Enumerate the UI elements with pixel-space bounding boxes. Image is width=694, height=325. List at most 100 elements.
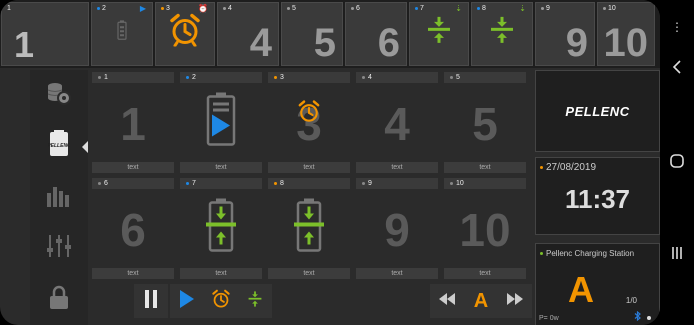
date-text: 27/08/2019 <box>546 162 597 173</box>
time-text: 11:37 <box>564 184 631 214</box>
bluetooth-icon <box>634 310 641 323</box>
sidebar-item-lock[interactable] <box>30 274 88 325</box>
rewind-button[interactable] <box>430 284 464 318</box>
coins-settings-icon <box>46 80 72 111</box>
cell-big-number: 6 <box>120 204 146 256</box>
status-dot <box>362 75 365 79</box>
cell-big-number: 5 <box>472 98 498 150</box>
cell-label: text <box>180 268 262 279</box>
status-dot <box>541 6 544 10</box>
grid-cell-3[interactable]: 3 3 text <box>268 72 350 174</box>
top-slot-3[interactable]: 3 ⏰ <box>155 2 215 66</box>
battery-icon <box>117 20 127 45</box>
back-icon[interactable] <box>660 60 694 79</box>
rewind-icon <box>439 292 455 310</box>
sidebar-item-coins[interactable] <box>30 70 88 121</box>
cell-number: 3 <box>280 74 284 81</box>
top-slot-1[interactable]: 1 1 <box>1 2 89 66</box>
charge-mini-icon: ⇣ <box>519 4 526 13</box>
grid-cell-2[interactable]: 2 text <box>180 72 262 174</box>
cell-big-number: 10 <box>459 204 511 256</box>
grid-cell-10[interactable]: 10 10 text <box>444 178 526 280</box>
cell-number: 10 <box>456 180 464 187</box>
cell-label: text <box>268 162 350 173</box>
cell-label: text <box>268 268 350 279</box>
slot-big-number: 10 <box>603 21 649 65</box>
top-slot-10[interactable]: 10 10 <box>597 2 655 66</box>
alarm-clock-icon <box>168 13 202 52</box>
system-nav-bar: ⋮ <box>660 0 694 325</box>
sidebar-item-stats[interactable] <box>30 172 88 223</box>
cell-number: 1 <box>104 74 108 81</box>
charge-mini-icon: ⇣ <box>455 4 462 13</box>
top-slot-7[interactable]: 7 ⇣ <box>409 2 469 66</box>
slot-number: 9 <box>546 5 550 12</box>
status-dot <box>98 181 101 185</box>
cell-label: text <box>92 268 174 279</box>
top-slot-5[interactable]: 5 5 <box>281 2 343 66</box>
slot-big-number: 9 <box>565 21 588 65</box>
cell-big-number: 4 <box>384 98 410 150</box>
more-options-icon[interactable]: ⋮ <box>660 20 694 34</box>
status-dot <box>186 181 189 185</box>
svg-text:PELLENC: PELLENC <box>48 143 70 149</box>
grid-cell-4[interactable]: 4 4 text <box>356 72 438 174</box>
status-dot <box>477 6 480 10</box>
current-letter: A <box>473 289 489 312</box>
alarm-clock-icon <box>297 100 321 129</box>
top-slot-9[interactable]: 9 9 <box>535 2 595 66</box>
sidebar-item-settings[interactable] <box>30 223 88 274</box>
pause-button[interactable] <box>134 284 168 318</box>
app-screen: 1 1 2 ▶ 3 ⏰ 4 4 5 5 6 6 7 ⇣ 8 ⇣ 9 9 10 1… <box>0 0 660 325</box>
status-dot <box>161 6 164 10</box>
lock-icon <box>49 285 69 314</box>
slot-big-number: 6 <box>377 21 400 65</box>
play-button[interactable] <box>170 284 204 318</box>
slot-big-number: 4 <box>249 21 272 65</box>
cell-label: text <box>356 268 438 279</box>
grid-cell-9[interactable]: 9 9 text <box>356 178 438 280</box>
charge-button[interactable] <box>238 284 272 318</box>
alarm-button[interactable] <box>204 284 238 318</box>
sliders-icon <box>46 234 72 263</box>
fast-forward-button[interactable] <box>498 284 532 318</box>
top-slot-bar: 1 1 2 ▶ 3 ⏰ 4 4 5 5 6 6 7 ⇣ 8 ⇣ 9 9 10 1… <box>0 0 660 68</box>
playback-controls: A <box>92 284 532 322</box>
status-dot <box>186 75 189 79</box>
battery-charging-icon <box>206 198 236 258</box>
cell-label: text <box>356 162 438 173</box>
slot-number: 5 <box>292 5 296 12</box>
cell-number: 9 <box>368 180 372 187</box>
station-ratio: 1/0 <box>625 296 637 305</box>
grid-cell-8[interactable]: 8 text <box>268 178 350 280</box>
cell-big-number: 9 <box>384 204 410 256</box>
grid-cell-5[interactable]: 5 5 text <box>444 72 526 174</box>
brand-logo: PELLENC <box>535 70 660 152</box>
cell-label: text <box>92 162 174 173</box>
battery-play-icon <box>206 92 236 152</box>
top-slot-2[interactable]: 2 ▶ <box>91 2 153 66</box>
station-letter: A <box>568 269 594 310</box>
station-panel[interactable]: Pellenc Charging Station A 1/0 P= 0w <box>535 243 660 325</box>
grid-cell-7[interactable]: 7 text <box>180 178 262 280</box>
top-slot-6[interactable]: 6 6 <box>345 2 407 66</box>
top-slot-4[interactable]: 4 4 <box>217 2 279 66</box>
current-letter-button[interactable]: A <box>464 284 498 318</box>
status-dot <box>287 6 290 10</box>
status-dot <box>274 181 277 185</box>
sidebar-item-battery[interactable]: PELLENC <box>30 121 88 172</box>
play-icon <box>179 289 195 313</box>
recent-apps-icon[interactable] <box>660 246 694 265</box>
status-dot <box>362 181 365 185</box>
home-icon[interactable] <box>660 154 694 173</box>
cell-number: 8 <box>280 180 284 187</box>
play-mini-icon: ▶ <box>139 4 146 13</box>
status-dot <box>450 75 453 79</box>
grid-cell-1[interactable]: 1 1 text <box>92 72 174 174</box>
connection-dot <box>647 316 651 320</box>
datetime-panel: 27/08/2019 11:37 <box>535 157 660 235</box>
top-slot-8[interactable]: 8 ⇣ <box>471 2 533 66</box>
cell-big-number: 1 <box>120 98 146 150</box>
grid-cell-6[interactable]: 6 6 text <box>92 178 174 280</box>
alarm-clock-icon <box>211 289 231 314</box>
